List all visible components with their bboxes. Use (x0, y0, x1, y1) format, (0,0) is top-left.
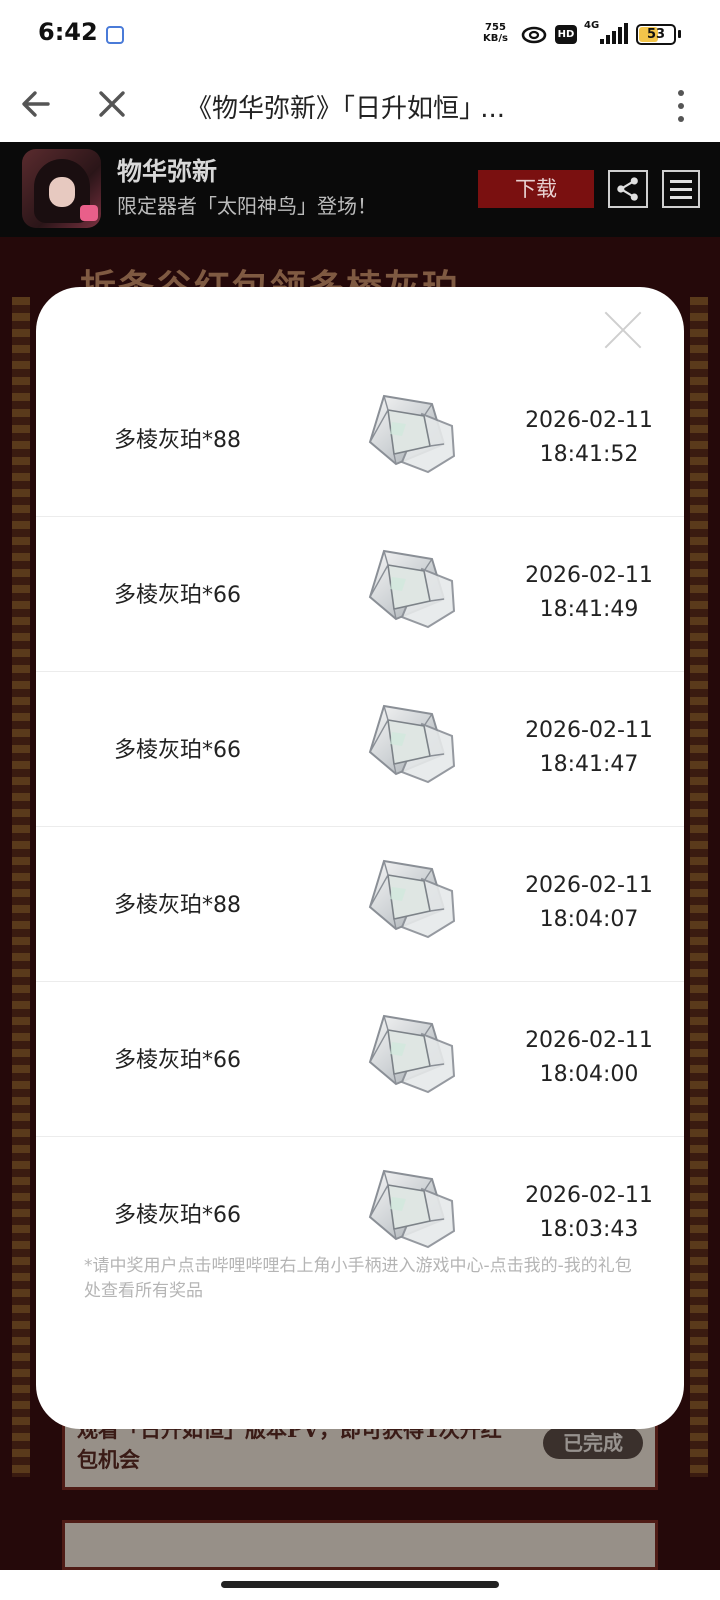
prize-name: 多棱灰珀*66 (114, 738, 241, 763)
crystal-cube-icon (362, 1012, 458, 1098)
crystal-cube-icon (362, 547, 458, 633)
app-subtitle: 限定器者「太阳神鸟」登场！ (117, 194, 377, 218)
status-bar: 6:42 755 KB/s HD 4G 53 (0, 0, 720, 70)
prize-row: 多棱灰珀*66 2026-02-11 18:04:00 (36, 982, 684, 1137)
prize-time: 18:41:47 (539, 752, 639, 777)
prize-timestamp: 2026-02-11 18:41:49 (514, 559, 664, 627)
home-indicator[interactable] (221, 1581, 499, 1588)
close-icon[interactable] (92, 84, 132, 124)
prize-date: 2026-02-11 (525, 873, 653, 898)
prize-date: 2026-02-11 (525, 563, 653, 588)
menu-icon[interactable] (662, 170, 700, 208)
prize-timestamp: 2026-02-11 18:04:07 (514, 869, 664, 937)
prize-time: 18:04:07 (539, 907, 639, 932)
hd-icon: HD (555, 25, 577, 44)
link-icon (521, 26, 547, 44)
prize-date: 2026-02-11 (525, 718, 653, 743)
more-vertical-icon[interactable] (662, 84, 698, 128)
prize-time: 18:41:52 (539, 442, 639, 467)
download-button[interactable]: 下载 (478, 170, 594, 208)
prize-timestamp: 2026-02-11 18:41:47 (514, 714, 664, 782)
app-icon[interactable] (22, 149, 101, 228)
battery-level: 53 (646, 27, 666, 42)
crystal-cube-icon (362, 392, 458, 478)
prize-name: 多棱灰珀*66 (114, 1203, 241, 1228)
prize-name: 多棱灰珀*66 (114, 583, 241, 608)
prize-time: 18:04:00 (539, 1062, 639, 1087)
close-icon[interactable] (604, 311, 642, 349)
prize-name: 多棱灰珀*88 (114, 428, 241, 453)
prize-name: 多棱灰珀*88 (114, 893, 241, 918)
prize-time: 18:03:43 (539, 1217, 639, 1242)
prize-date: 2026-02-11 (525, 1028, 653, 1053)
prize-record-modal: 多棱灰珀*88 2026-02-11 18:41:52 多棱灰珀*66 2026-02-… (36, 287, 684, 1429)
prize-date: 2026-02-11 (525, 408, 653, 433)
prize-name: 多棱灰珀*66 (114, 1048, 241, 1073)
app-name: 物华弥新 (117, 157, 218, 186)
prize-time: 18:41:49 (539, 597, 639, 622)
battery-icon: 53 (636, 24, 676, 45)
page-title: 《物华弥新》｢日升如恒｣ ... (186, 94, 506, 124)
network-speed: 755 KB/s (483, 22, 508, 44)
prize-list: 多棱灰珀*88 2026-02-11 18:41:52 多棱灰珀*66 2026-02-… (36, 362, 684, 1292)
prize-note: *请中奖用户点击哔哩哔哩右上角小手柄进入游戏中心-点击我的-我的礼包处查看所有奖… (84, 1256, 632, 1301)
prize-row: 多棱灰珀*88 2026-02-11 18:04:07 (36, 827, 684, 982)
app-download-banner: 物华弥新 限定器者「太阳神鸟」登场！ 下载 (0, 142, 720, 237)
prize-row: 多棱灰珀*66 2026-02-11 18:41:49 (36, 517, 684, 672)
status-time: 6:42 (38, 18, 98, 46)
crystal-cube-icon (362, 702, 458, 788)
network-type: 4G (584, 20, 600, 31)
share-icon[interactable] (608, 170, 648, 208)
prize-row: 多棱灰珀*66 2026-02-11 18:41:47 (36, 672, 684, 827)
crystal-cube-icon (362, 857, 458, 943)
prize-date: 2026-02-11 (525, 1183, 653, 1208)
prize-timestamp: 2026-02-11 18:41:52 (514, 404, 664, 472)
bilibili-badge-icon (80, 205, 98, 221)
screen: 6:42 755 KB/s HD 4G 53 《物华弥新》｢日升如恒｣ ... … (0, 0, 720, 1600)
network-speed-unit: KB/s (483, 33, 508, 44)
prize-timestamp: 2026-02-11 18:04:00 (514, 1024, 664, 1092)
prize-timestamp: 2026-02-11 18:03:43 (514, 1179, 664, 1247)
browser-toolbar: 《物华弥新》｢日升如恒｣ ... (0, 70, 720, 142)
prize-row: 多棱灰珀*88 2026-02-11 18:41:52 (36, 362, 684, 517)
navigation-bar (0, 1570, 720, 1600)
arrow-left-icon[interactable] (16, 84, 56, 124)
notification-app-icon (106, 26, 124, 44)
network-speed-value: 755 (485, 22, 506, 33)
crystal-cube-icon (362, 1167, 458, 1253)
